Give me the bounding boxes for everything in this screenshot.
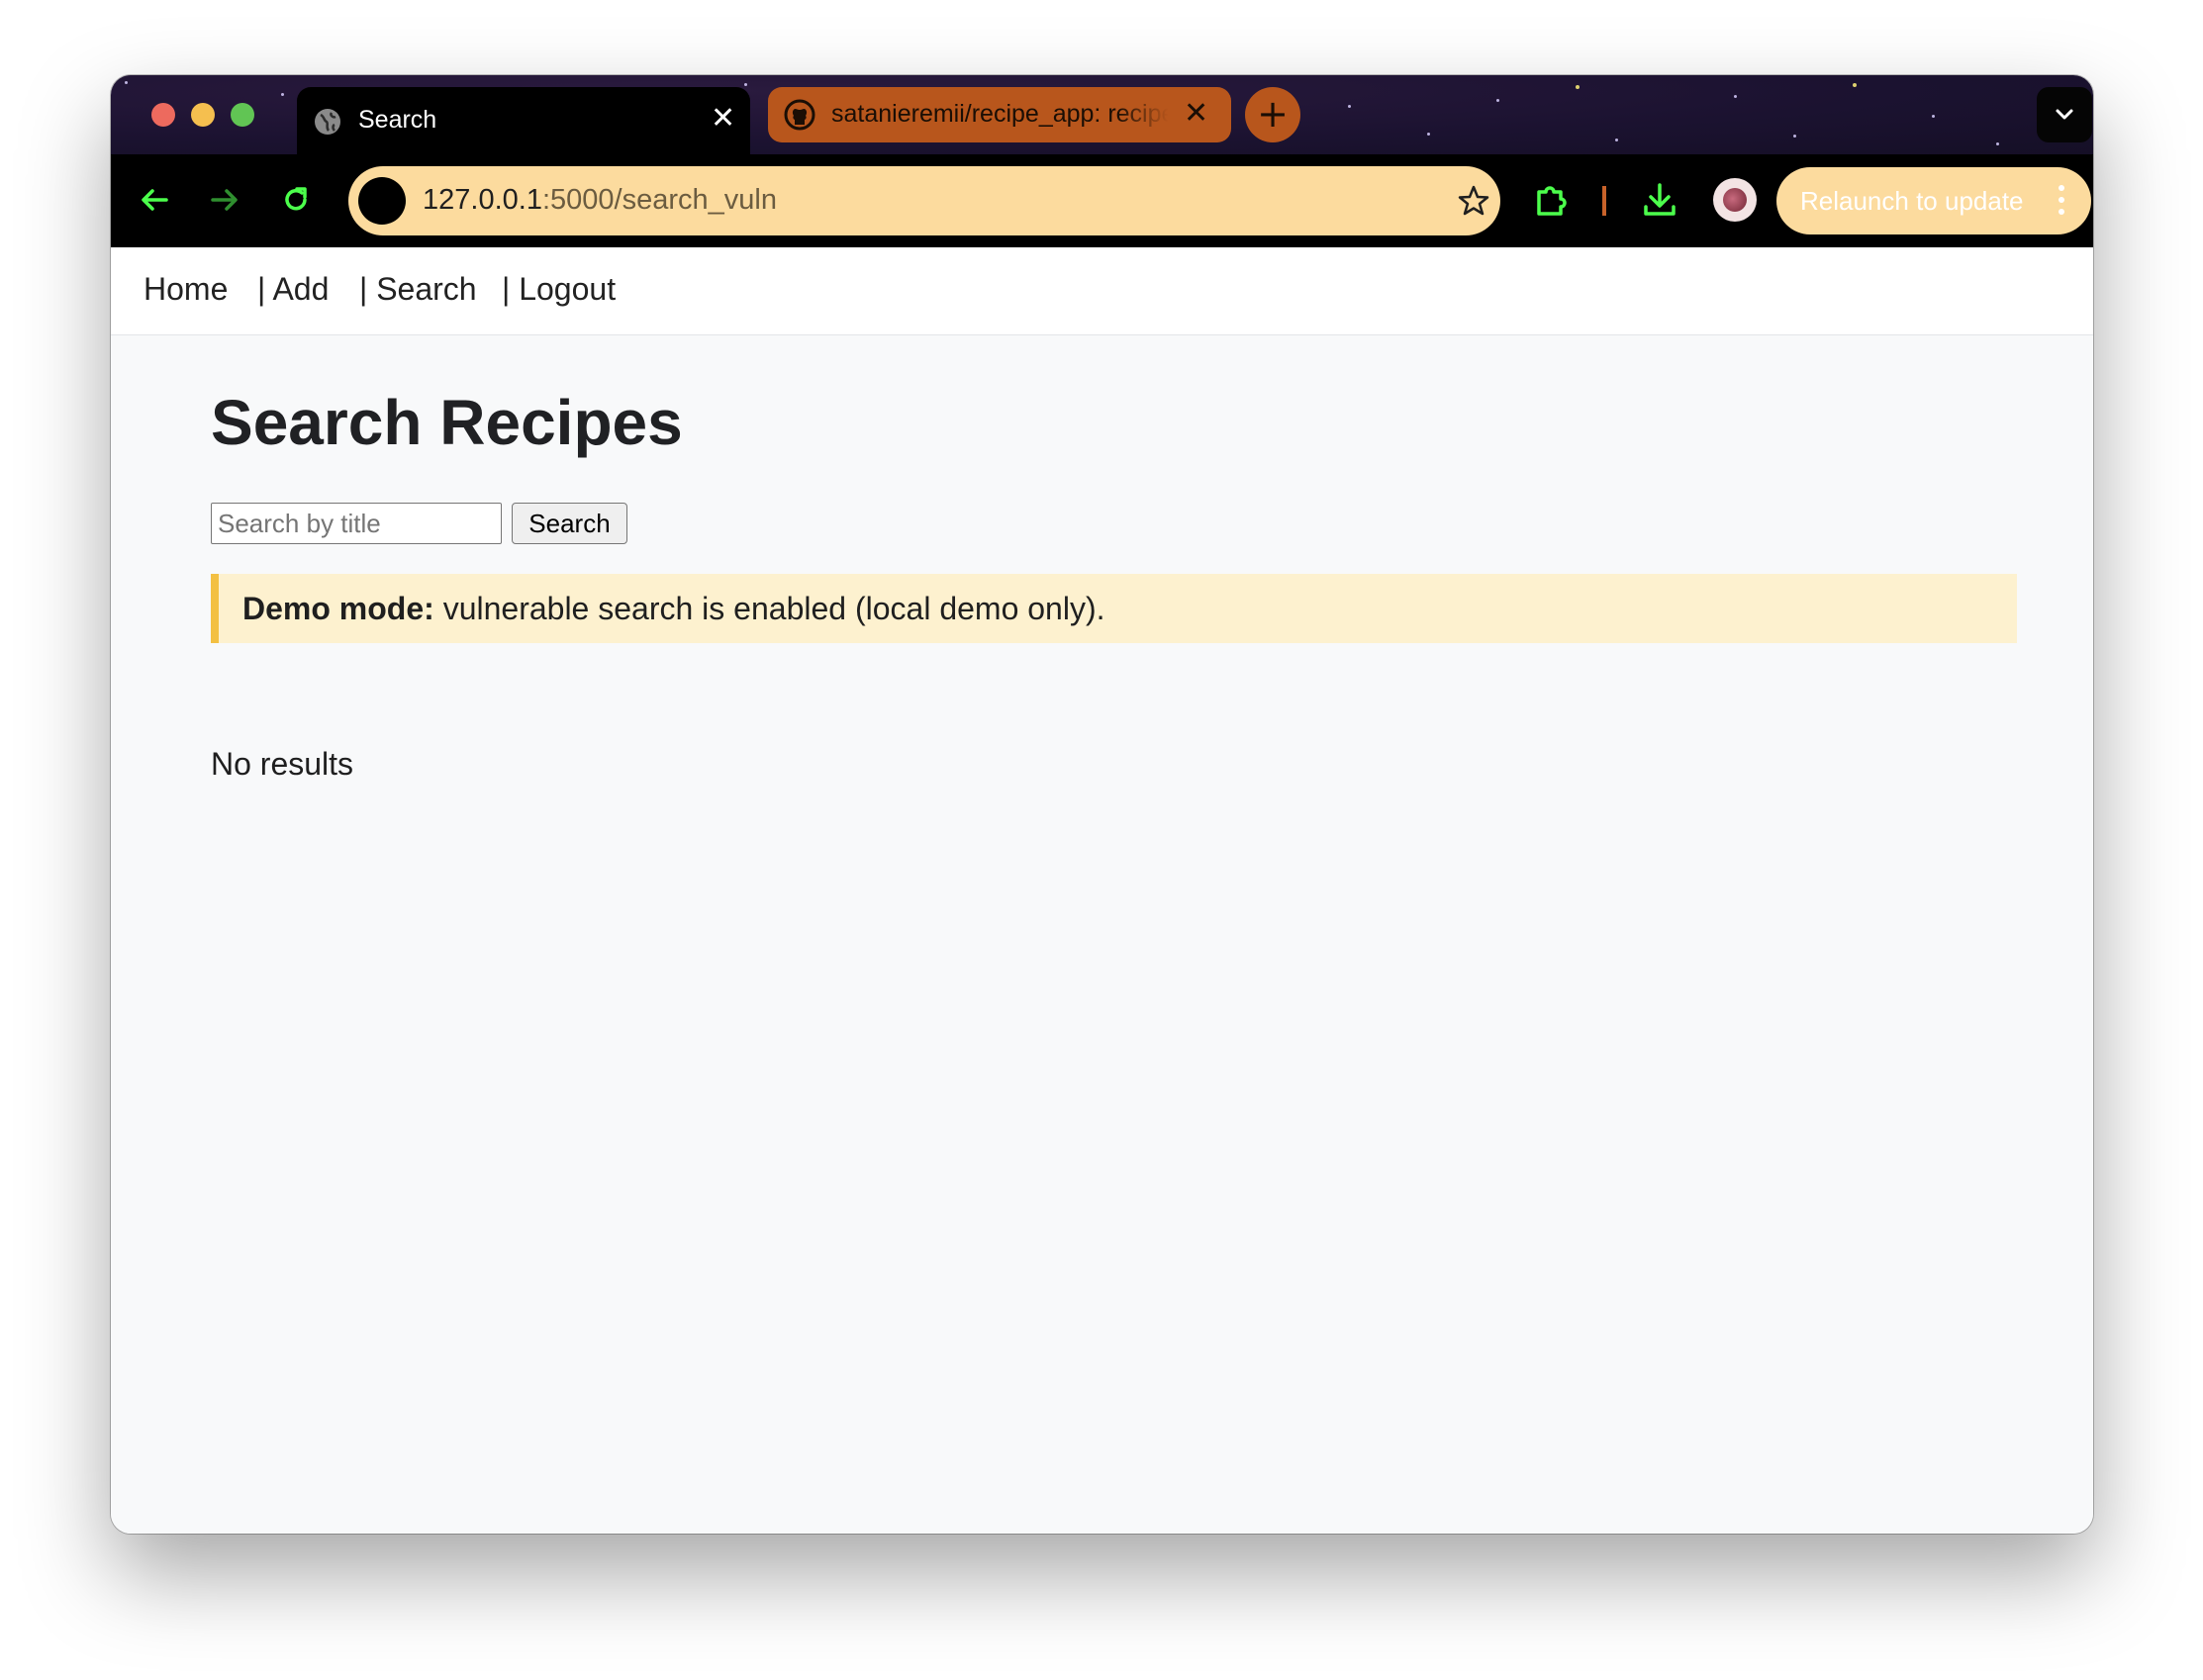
close-window-button[interactable] xyxy=(151,103,175,127)
alert-text: Demo mode: vulnerable search is enabled … xyxy=(242,591,1105,627)
browser-toolbar: 127.0.0.1:5000/search_vuln Relaunch to u… xyxy=(111,154,2093,247)
download-icon[interactable] xyxy=(1641,181,1678,219)
more-vert-icon xyxy=(2058,185,2065,219)
close-tab-icon[interactable]: ✕ xyxy=(1184,99,1208,129)
search-button[interactable]: Search xyxy=(512,503,627,544)
relaunch-to-update-button[interactable]: Relaunch to update xyxy=(1776,167,2091,234)
tab-github-recipe-app[interactable]: satanieremii/recipe_app: recipe ✕ xyxy=(768,87,1231,142)
url-path: :5000/search_vuln xyxy=(541,184,777,216)
alert-message: vulnerable search is enabled (local demo… xyxy=(433,591,1105,626)
nav-home-link[interactable]: Home xyxy=(144,271,228,308)
tab-search[interactable]: Search ✕ xyxy=(297,87,750,154)
demo-mode-alert: Demo mode: vulnerable search is enabled … xyxy=(211,574,2017,643)
page-title: Search Recipes xyxy=(211,387,683,458)
alert-bold-label: Demo mode: xyxy=(242,591,434,626)
new-tab-button[interactable]: + xyxy=(1245,87,1300,142)
minimize-window-button[interactable] xyxy=(191,103,215,127)
nav-add-link[interactable]: | Add xyxy=(257,271,329,308)
url-host: 127.0.0.1 xyxy=(423,184,542,216)
tab-strip: Search ✕ satanieremii/recipe_app: recipe… xyxy=(111,75,2093,154)
browser-window: Search ✕ satanieremii/recipe_app: recipe… xyxy=(111,75,2093,1534)
maximize-window-button[interactable] xyxy=(231,103,254,127)
nav-search-link[interactable]: | Search xyxy=(359,271,477,308)
search-input[interactable] xyxy=(211,503,502,544)
extensions-puzzle-icon[interactable] xyxy=(1533,181,1571,219)
globe-icon xyxy=(315,109,340,135)
forward-arrow-icon[interactable] xyxy=(209,184,240,216)
tab-search-menu-button[interactable] xyxy=(2037,87,2092,142)
address-url[interactable]: 127.0.0.1:5000/search_vuln xyxy=(423,184,777,217)
bookmark-star-icon[interactable] xyxy=(1457,184,1490,218)
tab-title: satanieremii/recipe_app: recipe xyxy=(831,100,1168,128)
relaunch-label: Relaunch to update xyxy=(1800,186,2024,216)
close-tab-icon[interactable]: ✕ xyxy=(711,104,735,134)
toolbar-divider xyxy=(1602,186,1606,216)
page-content: Home | Add | Search | Logout Search Reci… xyxy=(111,247,2093,1534)
no-results-text: No results xyxy=(211,746,354,782)
chevron-down-icon xyxy=(2056,109,2073,120)
nav-logout-link[interactable]: | Logout xyxy=(502,271,616,308)
site-info-icon[interactable] xyxy=(358,177,406,225)
github-icon xyxy=(784,99,815,131)
address-bar[interactable]: 127.0.0.1:5000/search_vuln xyxy=(348,166,1500,235)
reload-icon[interactable] xyxy=(280,184,312,216)
back-arrow-icon[interactable] xyxy=(139,184,170,216)
site-navbar: Home | Add | Search | Logout xyxy=(111,247,2093,335)
tab-title: Search xyxy=(358,106,437,134)
profile-avatar[interactable] xyxy=(1713,178,1757,222)
